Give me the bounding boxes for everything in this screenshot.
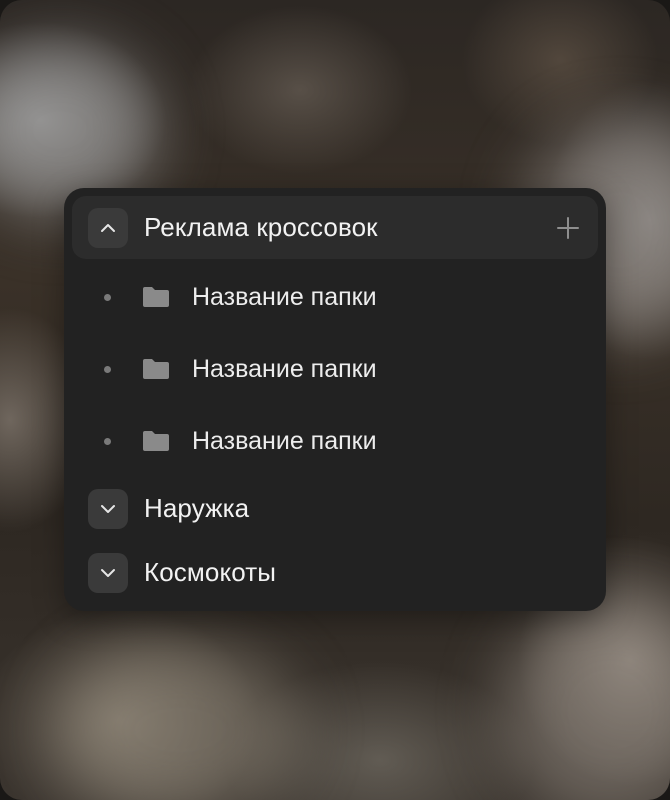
plus-icon xyxy=(557,216,579,239)
group-title: Наружка xyxy=(144,493,250,523)
group-header-naruzhka[interactable]: Наружка xyxy=(72,477,598,540)
folder-tree-panel: Реклама кроссовок Название папки Названи… xyxy=(64,188,606,611)
folder-item[interactable]: Название папки xyxy=(64,344,606,394)
bullet-dot xyxy=(104,293,111,301)
folder-label: Название папки xyxy=(192,354,377,383)
background-blur xyxy=(500,600,670,800)
chevron-down-icon xyxy=(101,504,115,513)
blurred-background: Реклама кроссовок Название папки Названи… xyxy=(0,0,670,800)
add-folder-button[interactable] xyxy=(554,214,582,242)
chevron-down-icon xyxy=(101,568,115,577)
bullet-dot xyxy=(104,365,111,373)
folder-label: Название папки xyxy=(192,282,377,311)
expand-button[interactable] xyxy=(88,488,128,529)
folder-icon xyxy=(143,359,169,379)
collapse-button[interactable] xyxy=(88,207,128,248)
chevron-up-icon xyxy=(101,223,115,232)
folder-item[interactable]: Название папки xyxy=(64,416,606,466)
folder-icon xyxy=(143,431,169,451)
expand-button[interactable] xyxy=(88,552,128,593)
bullet-dot xyxy=(104,437,111,445)
group-header-kosmokoty[interactable]: Космокоты xyxy=(72,541,598,604)
folder-label: Название папки xyxy=(192,426,377,455)
folder-icon xyxy=(143,287,169,307)
background-blur xyxy=(60,640,300,800)
group-header-reklama[interactable]: Реклама кроссовок xyxy=(72,196,598,259)
group-title: Реклама кроссовок xyxy=(144,212,378,242)
folder-item[interactable]: Название папки xyxy=(64,272,606,322)
group-title: Космокоты xyxy=(144,557,276,587)
